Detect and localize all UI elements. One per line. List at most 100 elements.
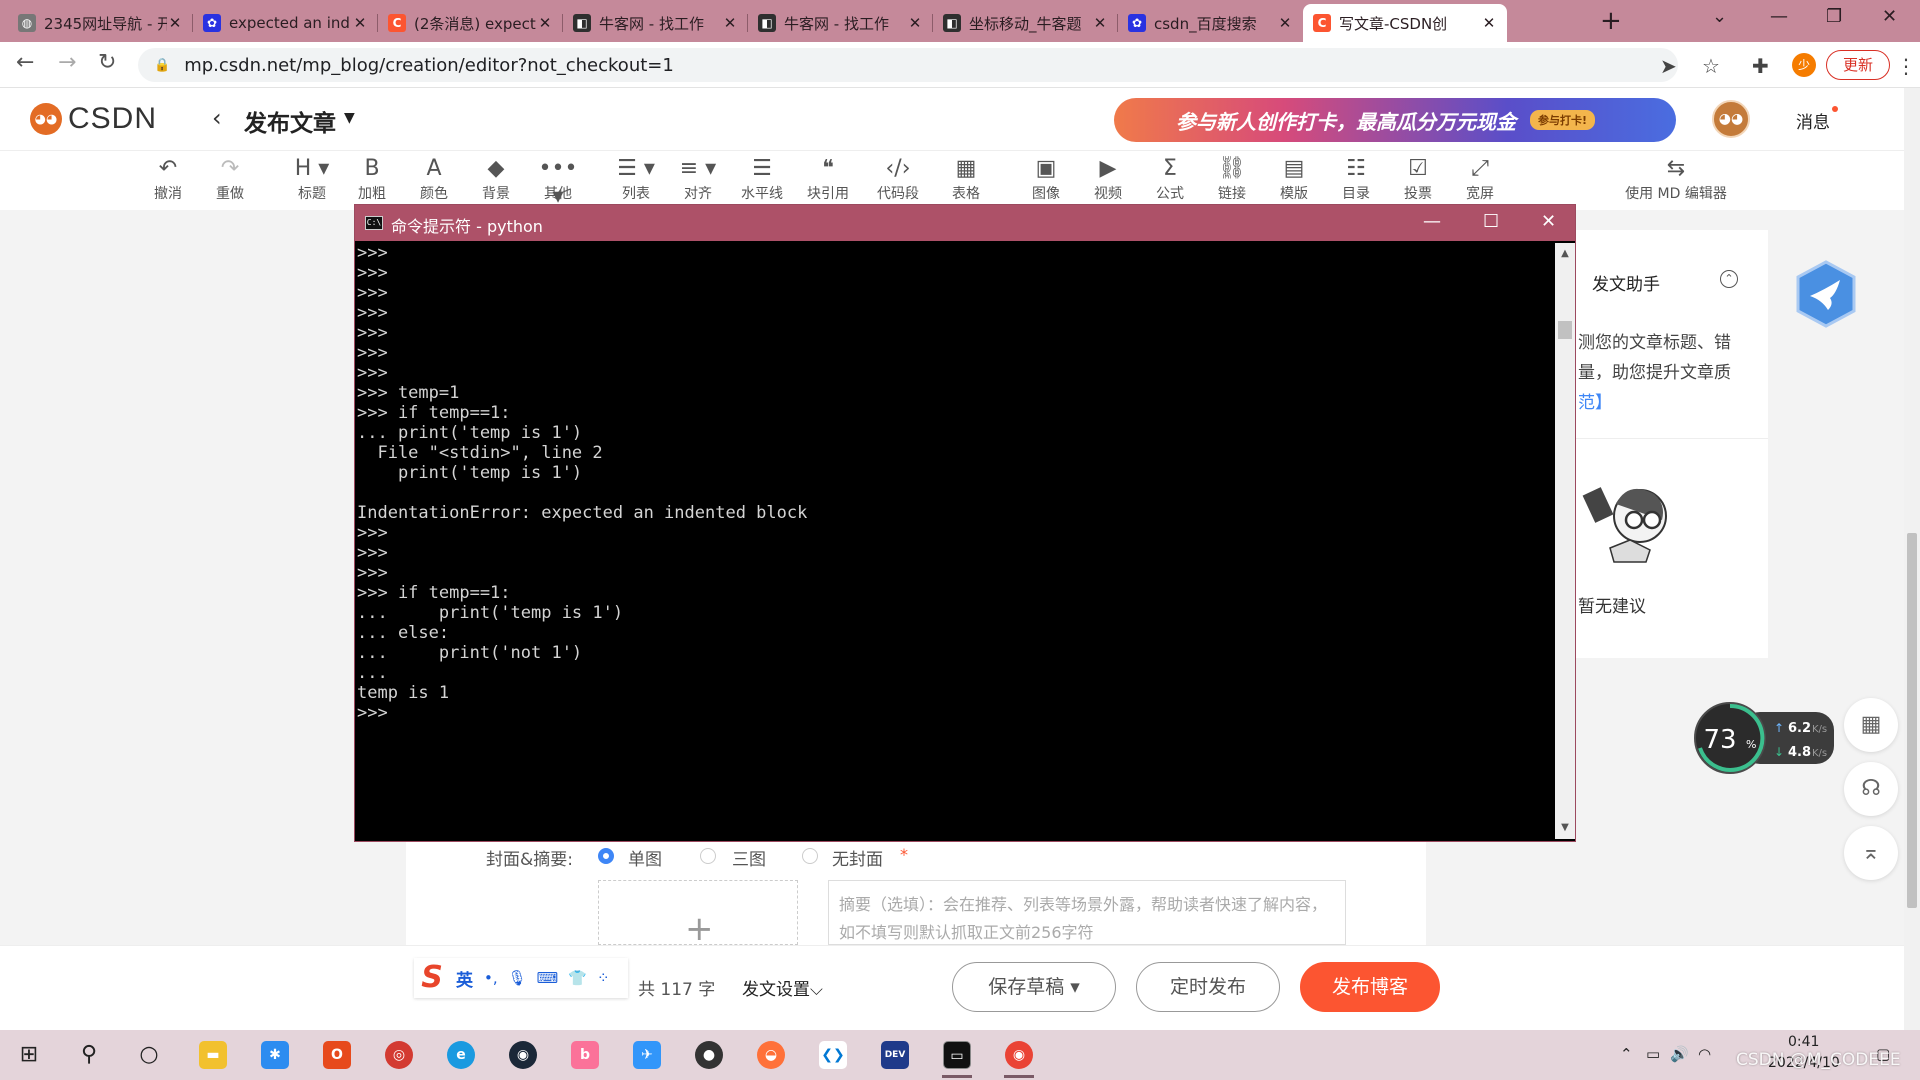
publish-blog-button[interactable]: 发布博客	[1300, 962, 1440, 1012]
toolbar-button-video[interactable]: ▶ 视频	[1080, 155, 1136, 203]
browser-tab[interactable]: ◧ 牛客网 - 找工作 ✕	[563, 4, 748, 42]
cmd-taskbar-icon[interactable]: ▭	[936, 1036, 978, 1078]
toolbar-button-table[interactable]: ▦ 表格	[938, 155, 994, 203]
close-icon[interactable]: ✕	[1541, 211, 1556, 232]
cover-none-label[interactable]: 无封面	[832, 845, 883, 870]
customer-service-button[interactable]: ☊	[1844, 762, 1898, 816]
tab-close-icon[interactable]: ✕	[907, 14, 923, 32]
profile-avatar[interactable]: 少	[1792, 53, 1816, 77]
cover-none-radio[interactable]	[802, 848, 818, 864]
browser-tab[interactable]: ◧ 坐标移动_牛客题 ✕	[933, 4, 1118, 42]
url-text[interactable]: mp.csdn.net/mp_blog/creation/editor?not_…	[184, 55, 674, 76]
toolbar-button-formula[interactable]: Σ 公式	[1142, 155, 1198, 203]
tab-close-icon[interactable]: ✕	[167, 14, 183, 32]
messages-link[interactable]: 消息	[1796, 106, 1838, 133]
battery-icon[interactable]: ▭	[1646, 1045, 1660, 1063]
tab-close-icon[interactable]: ✕	[1092, 14, 1108, 32]
tray-expand-icon[interactable]: ⌃	[1620, 1045, 1633, 1063]
back-to-top-button[interactable]: ⌅	[1844, 826, 1898, 880]
ime-punctuation-icon[interactable]: •,	[484, 969, 498, 987]
console-output[interactable]: >>> >>> >>> >>> >>> >>> >>> >>> temp=1 >>> if te…	[357, 243, 1553, 839]
cover-triple-radio[interactable]	[700, 848, 716, 864]
browser-tab[interactable]: ✿ csdn_百度搜索 ✕	[1118, 4, 1303, 42]
new-tab-button[interactable]: +	[1600, 6, 1622, 36]
csdn-logo[interactable]: ◕◕ CSDN	[30, 102, 157, 136]
maximize-icon[interactable]: ☐	[1483, 211, 1499, 232]
bird-badge-icon[interactable]	[1794, 260, 1858, 328]
toolbar-button-vote[interactable]: ☑ 投票	[1390, 155, 1446, 203]
scroll-up-arrow-icon[interactable]: ▲	[1555, 245, 1575, 263]
cover-upload-box[interactable]: +	[598, 880, 798, 949]
edge-browser-icon[interactable]: e	[440, 1036, 482, 1074]
toolbar-button-toc[interactable]: ☷ 目录	[1328, 155, 1384, 203]
chrome-taskbar-icon[interactable]: ◉	[998, 1036, 1040, 1078]
toolbar-button-heading[interactable]: H ▾ 标题	[284, 155, 340, 203]
bookmark-star-icon[interactable]: ☆	[1702, 54, 1720, 78]
browser-tab[interactable]: ◍ 2345网址导航 - 开 ✕	[8, 4, 193, 42]
toolbar-button-list[interactable]: ☰ ▾ 列表	[608, 155, 664, 203]
page-scrollbar-thumb[interactable]	[1907, 533, 1917, 908]
tab-close-icon[interactable]: ✕	[537, 14, 553, 32]
restore-window-icon[interactable]: ❐	[1826, 6, 1842, 27]
dingtalk-icon[interactable]: ✈	[626, 1036, 668, 1074]
tab-close-icon[interactable]: ✕	[722, 14, 738, 32]
page-title[interactable]: 发布文章	[244, 104, 336, 138]
keyboard-icon[interactable]: ⌨	[537, 969, 559, 987]
task-view-icon[interactable]: ○	[128, 1036, 170, 1074]
assistant-desc-link[interactable]: 范】	[1578, 388, 1764, 418]
extensions-puzzle-icon[interactable]: ✚	[1752, 54, 1769, 78]
collapse-up-icon[interactable]: ⌃	[1720, 270, 1738, 288]
toolbar-button-text-color[interactable]: A 颜色	[406, 155, 462, 203]
office-icon[interactable]: O	[316, 1036, 358, 1074]
browser-tab[interactable]: C (2条消息) expect ✕	[378, 4, 563, 42]
dev-cpp-icon[interactable]: DEV	[874, 1036, 916, 1074]
user-avatar[interactable]: ◕◕	[1712, 100, 1750, 138]
command-prompt-window[interactable]: C:\ 命令提示符 - python — ☐ ✕ >>> >>> >>> >>> >>>…	[354, 204, 1576, 842]
toolbar-button-quote[interactable]: ❝ 块引用	[800, 155, 856, 203]
ime-toolbar[interactable]: S 英 •, 🎙 ⌨ 👕 ⁘	[414, 958, 628, 998]
toolbar-button-switch-editor[interactable]: ⇆ 使用 MD 编辑器	[1618, 155, 1734, 203]
toolbar-button-template[interactable]: ▤ 模版	[1266, 155, 1322, 203]
cover-single-radio[interactable]	[598, 848, 614, 864]
browser-tab[interactable]: ◧ 牛客网 - 找工作 ✕	[748, 4, 933, 42]
wifi-icon[interactable]: ◠	[1698, 1045, 1711, 1063]
toolbar-button-image[interactable]: ▣ 图像	[1018, 155, 1074, 203]
tab-close-icon[interactable]: ✕	[352, 14, 368, 32]
obs-icon[interactable]: ●	[688, 1036, 730, 1074]
skin-shirt-icon[interactable]: 👕	[568, 969, 587, 987]
publish-settings-toggle[interactable]: 发文设置⌵	[742, 975, 823, 1000]
network-monitor-widget[interactable]: 73 % ↑ 6.2 K/s ↓ 4.8 K/s	[1692, 700, 1838, 776]
toolbar-button-bold[interactable]: B 加粗	[344, 155, 400, 203]
cover-single-label[interactable]: 单图	[628, 845, 662, 870]
forward-arrow-icon[interactable]: →	[58, 50, 76, 75]
toolbar-button-paint-bucket[interactable]: ◆ 背景	[468, 155, 524, 203]
close-window-icon[interactable]: ✕	[1882, 6, 1897, 27]
minimize-icon[interactable]: —	[1423, 211, 1441, 232]
windows-start-icon[interactable]: ⊞	[8, 1036, 50, 1074]
send-icon[interactable]: ➤	[1660, 54, 1677, 78]
browser-menu-icon[interactable]: ⋮	[1896, 54, 1916, 78]
toolbar-button-redo[interactable]: ↷ 重做	[202, 155, 258, 203]
promo-banner[interactable]: 参与新人创作打卡，最高瓜分万元现金 参与打卡!	[1114, 98, 1676, 142]
volume-icon[interactable]: 🔊	[1670, 1045, 1689, 1063]
lock-icon[interactable]: 🔒	[154, 58, 170, 73]
browser-tab[interactable]: ✿ expected an ind ✕	[193, 4, 378, 42]
cmd-title-bar[interactable]: C:\ 命令提示符 - python — ☐ ✕	[355, 205, 1575, 241]
steam-icon[interactable]: ◉	[502, 1036, 544, 1074]
url-omnibox[interactable]: 🔒 mp.csdn.net/mp_blog/creation/editor?no…	[138, 48, 1678, 82]
file-explorer-icon[interactable]: ▬	[192, 1036, 234, 1074]
ime-language[interactable]: 英	[456, 966, 473, 991]
scroll-down-arrow-icon[interactable]: ▼	[1555, 819, 1575, 837]
browser-tab[interactable]: C 写文章-CSDN创 ✕	[1303, 4, 1507, 42]
page-scrollbar[interactable]	[1904, 88, 1920, 1030]
toolbar-button-align[interactable]: ≡ ▾ 对齐	[670, 155, 726, 203]
toolbar-button-undo[interactable]: ↶ 撤消	[140, 155, 196, 203]
search-icon[interactable]: ⚲	[68, 1036, 110, 1074]
microphone-icon[interactable]: 🎙	[508, 969, 527, 987]
bilibili-icon[interactable]: b	[564, 1036, 606, 1074]
tab-close-icon[interactable]: ✕	[1277, 14, 1293, 32]
toolbox-grid-icon[interactable]: ⁘	[597, 969, 610, 987]
tab-close-icon[interactable]: ✕	[1481, 14, 1497, 32]
qrcode-button[interactable]: ▦	[1844, 698, 1898, 752]
toolbar-button-horizontal-rule[interactable]: ☰ 水平线	[734, 155, 790, 203]
